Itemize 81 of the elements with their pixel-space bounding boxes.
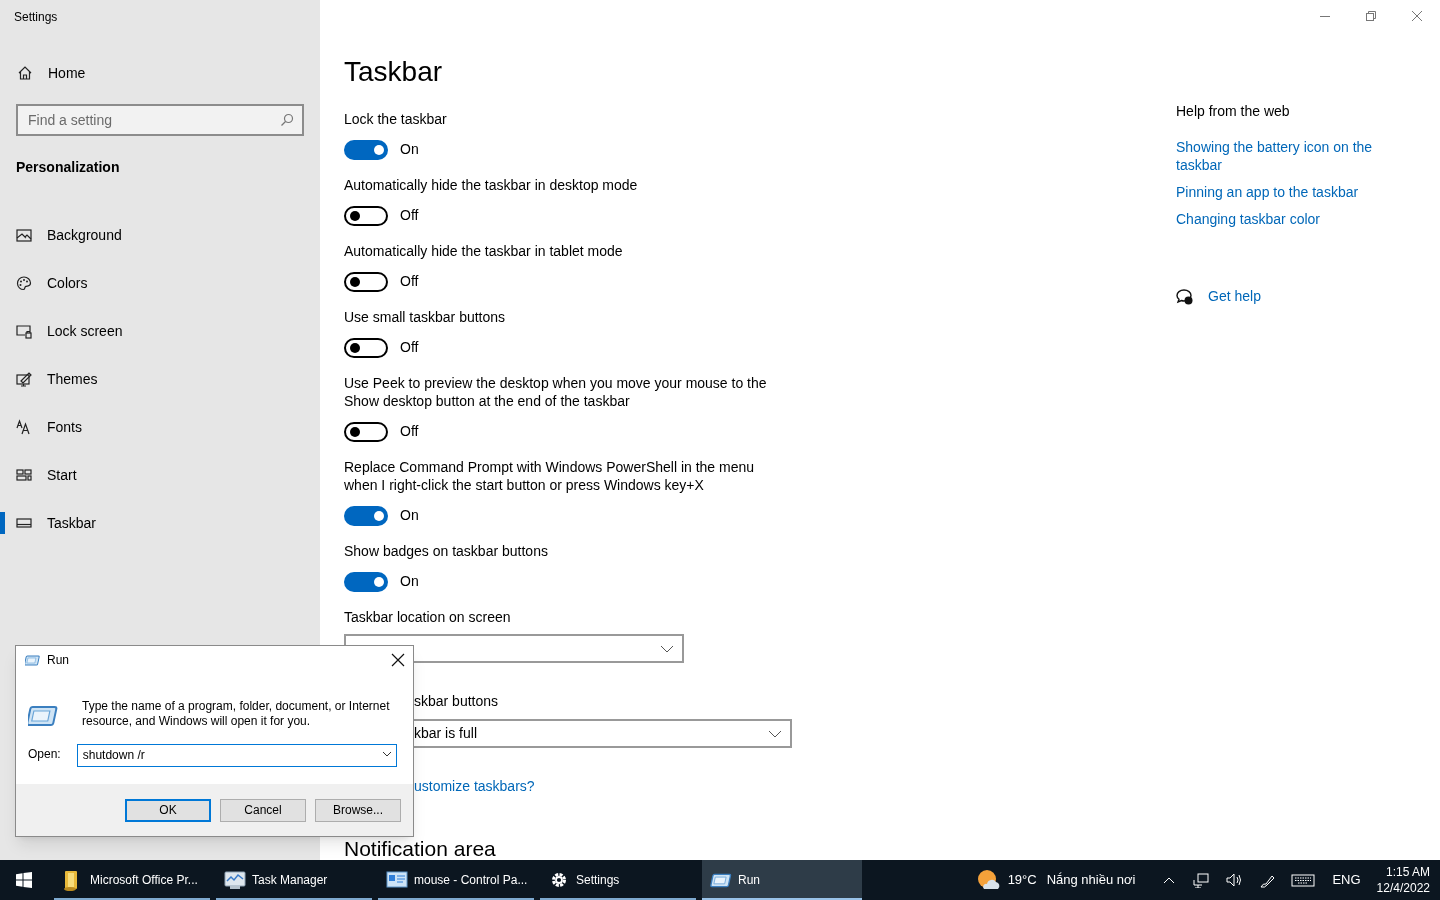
toggle-state: On [400,140,419,159]
dialog-button[interactable]: Browse... [315,798,401,822]
section-heading: Notification area [344,838,496,860]
chevron-down-icon [660,644,674,653]
setting-label: Replace Command Prompt with Windows PowerShell in the menu when I right-click the start button or press Windows key+X [344,458,756,494]
setting-label: Automatically hide the taskbar in desktop mode [344,176,639,194]
toggle-state: On [400,506,419,525]
dialog-button[interactable]: Cancel [220,798,306,822]
tiles-icon [16,467,32,483]
control-panel-icon [386,869,408,891]
picture-frame-icon [16,227,32,243]
open-label: Open: [28,745,61,763]
toggle-state: On [400,572,419,591]
toggle-state: Off [400,422,419,441]
toggle-switch[interactable] [344,139,388,160]
toggle-switch[interactable] [344,505,388,526]
sidebar-item[interactable]: Lock screen [0,307,320,355]
setting-label: Lock the taskbar [344,110,448,128]
selection-indicator [0,512,5,534]
chevron-down-icon [381,751,392,757]
help-link[interactable]: ustomize taskbars? [414,777,535,795]
weather-widget[interactable]: 19°C Nắng nhiều nơi [975,860,1136,900]
setting-label: Automatically hide the taskbar in tablet mode [344,242,624,260]
toggle-switch[interactable] [344,205,388,226]
task-manager-icon [224,869,246,891]
taskbar-icon [16,515,32,531]
sidebar-item[interactable]: Fonts [0,403,320,451]
toggle-switch[interactable] [344,271,388,292]
close-icon [1412,11,1422,21]
chevron-down-icon [768,729,782,738]
taskbar-app[interactable]: Run [702,860,862,900]
keyboard-icon [1291,872,1316,888]
help-heading: Help from the web [1176,102,1290,120]
taskbar-app[interactable]: mouse - Control Pa... [378,860,534,900]
sidebar-item[interactable]: Themes [0,355,320,403]
speaker-icon [1225,872,1244,888]
toggle-state: Off [400,206,419,225]
home-link[interactable]: Home [0,61,94,85]
lock-screen-icon [16,323,32,339]
run-icon [25,653,41,667]
toggle-switch[interactable] [344,421,388,442]
setting-label: Show badges on taskbar buttons [344,542,549,560]
window-title: Settings [13,9,58,26]
clock[interactable]: 1:15 AM 12/4/2022 [1376,864,1430,896]
page-title: Taskbar [344,55,443,89]
sidebar-item[interactable]: Start [0,451,320,499]
help-link[interactable]: Changing taskbar color [1176,210,1386,228]
minimize-icon [1320,15,1330,17]
help-link[interactable]: Pinning an app to the taskbar [1176,183,1386,201]
taskbar-app[interactable]: Task Manager [216,860,372,900]
windows-logo-icon [16,872,32,888]
setting-label: Taskbar location on screen [344,608,511,626]
toggle-switch[interactable] [344,571,388,592]
taskbar-app[interactable]: Settings [540,860,696,900]
close-icon [391,653,405,667]
setting-label: Use small taskbar buttons [344,308,507,326]
section-heading: Personalization [15,158,120,176]
font-icon [16,419,32,435]
setting-label: Use Peek to preview the desktop when you move your mouse to the Show desktop button at the end of the taskbar [344,374,768,410]
restore-icon [1366,11,1376,21]
taskbar-app[interactable]: Microsoft Office Pr... [54,860,210,900]
sidebar-item[interactable]: Background [0,211,320,259]
toggle-switch[interactable] [344,337,388,358]
search-field[interactable]: Find a setting [16,104,304,136]
language-indicator[interactable]: ENG [1332,870,1361,890]
toggle-state: Off [400,338,419,357]
search-icon [280,113,294,127]
setting-label: skbar buttons [414,692,499,711]
pen-monitor-icon [16,371,32,387]
network-icon [1192,872,1211,888]
help-link[interactable]: Showing the battery icon on the taskbar [1176,138,1386,174]
toggle-state: Off [400,272,419,291]
palette-icon [16,275,32,291]
dialog-title: Run [47,652,70,669]
get-help-link[interactable]: Get help [1208,286,1261,307]
home-icon [17,65,33,81]
chat-help-icon [1176,288,1194,305]
dialog-button[interactable]: OK [125,798,211,822]
sidebar-item[interactable]: Colors [0,259,320,307]
command-field[interactable]: shutdown /r [76,743,397,767]
sun-cloud-icon [975,869,1000,891]
